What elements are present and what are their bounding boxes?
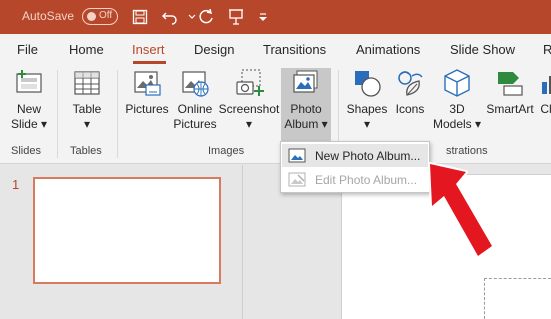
tab-design[interactable]: Design (194, 42, 234, 57)
dropdown-icon: ▾ (83, 117, 91, 131)
chart-label: Ch (540, 102, 551, 116)
ribbon-tabs: File Home Insert Design Transitions Anim… (0, 34, 551, 64)
group-label-illustrations: strations (446, 145, 488, 157)
tab-review-partial[interactable]: R (543, 42, 551, 57)
table-icon (74, 71, 100, 95)
chart-button[interactable]: Ch (538, 68, 551, 117)
content-placeholder[interactable] (484, 278, 551, 319)
new-slide-label-1: New (16, 102, 41, 116)
online-pictures-label-1: Online (177, 102, 213, 116)
group-label-images: Images (208, 145, 245, 157)
customize-icon[interactable] (251, 5, 275, 29)
new-slide-button[interactable]: New Slide ▾ (8, 68, 50, 132)
cube-icon (444, 69, 470, 97)
icons-button[interactable]: Icons (392, 68, 428, 117)
edit-photo-album-icon (288, 172, 306, 187)
pictures-icon (134, 71, 161, 96)
group-label-tables: Tables (70, 145, 102, 157)
edit-photo-album-item[interactable]: Edit Photo Album... (282, 168, 428, 191)
smartart-icon (498, 72, 523, 96)
slide-thumbnail[interactable] (33, 177, 221, 284)
photo-album-icon (288, 148, 306, 163)
group-separator (117, 70, 118, 158)
tab-animations[interactable]: Animations (356, 42, 420, 57)
tab-insert[interactable]: Insert (132, 42, 165, 57)
dropdown-icon: ▾ (245, 117, 253, 131)
autosave-toggle[interactable]: Off (82, 8, 118, 25)
shapes-button[interactable]: Shapes ▾ (344, 68, 390, 132)
group-label-slides: Slides (11, 145, 41, 157)
smartart-label: SmartArt (486, 102, 534, 116)
slide-number: 1 (12, 177, 20, 192)
3d-models-label-1: 3D (449, 102, 465, 116)
dropdown-icon: ▾ (363, 117, 371, 131)
redo-icon[interactable] (194, 5, 218, 29)
online-pictures-label-2: Pictures (173, 117, 217, 131)
dropdown-icon: ▾ (471, 117, 482, 131)
red-arrow-annotation (428, 162, 494, 258)
tab-file[interactable]: File (17, 42, 38, 57)
pictures-label: Pictures (125, 102, 169, 116)
photo-album-menu: New Photo Album... Edit Photo Album... (280, 141, 430, 193)
tab-home[interactable]: Home (69, 42, 104, 57)
title-bar: AutoSave Off (0, 0, 551, 34)
table-button[interactable]: Table ▾ (65, 68, 109, 132)
save-icon[interactable] (128, 5, 152, 29)
online-pictures-button[interactable]: Online Pictures (172, 68, 218, 132)
tab-slide-show[interactable]: Slide Show (450, 42, 515, 57)
screenshot-button[interactable]: Screenshot ▾ (218, 68, 280, 132)
undo-icon[interactable] (158, 5, 182, 29)
autosave-label: AutoSave (22, 9, 75, 23)
new-slide-icon (16, 70, 42, 93)
tab-transitions[interactable]: Transitions (263, 42, 326, 57)
autosave-state: Off (99, 10, 113, 21)
dropdown-icon: ▾ (318, 117, 328, 131)
pictures-button[interactable]: Pictures (123, 68, 171, 117)
new-slide-label-2: Slide (10, 117, 38, 131)
new-photo-album-label: New Photo Album... (315, 149, 421, 163)
shapes-icon (355, 71, 381, 97)
screenshot-icon (236, 69, 264, 96)
dropdown-icon: ▾ (37, 117, 48, 131)
photo-album-label-2: Album (284, 117, 319, 131)
present-icon[interactable] (224, 5, 248, 29)
online-pictures-icon (182, 71, 209, 97)
smartart-button[interactable]: SmartArt (484, 68, 536, 117)
shapes-label: Shapes (346, 102, 388, 116)
photo-album-button[interactable]: Photo Album ▾ (281, 68, 331, 142)
3d-models-label-2: Models (432, 117, 472, 131)
screenshot-label: Screenshot (218, 102, 280, 116)
group-separator (57, 70, 58, 158)
table-label: Table (72, 102, 102, 116)
toggle-knob (87, 12, 96, 21)
3d-models-button[interactable]: 3D Models ▾ (430, 68, 484, 132)
ribbon: New Slide ▾ Slides Table ▾ Tables Pictur… (0, 64, 551, 164)
photo-album-icon (293, 70, 318, 93)
icons-label: Icons (395, 102, 425, 116)
icons-icon (398, 71, 423, 96)
new-photo-album-item[interactable]: New Photo Album... (282, 144, 428, 167)
edit-photo-album-label: Edit Photo Album... (315, 173, 418, 187)
photo-album-label-1: Photo (290, 102, 322, 116)
chart-icon (542, 76, 551, 94)
